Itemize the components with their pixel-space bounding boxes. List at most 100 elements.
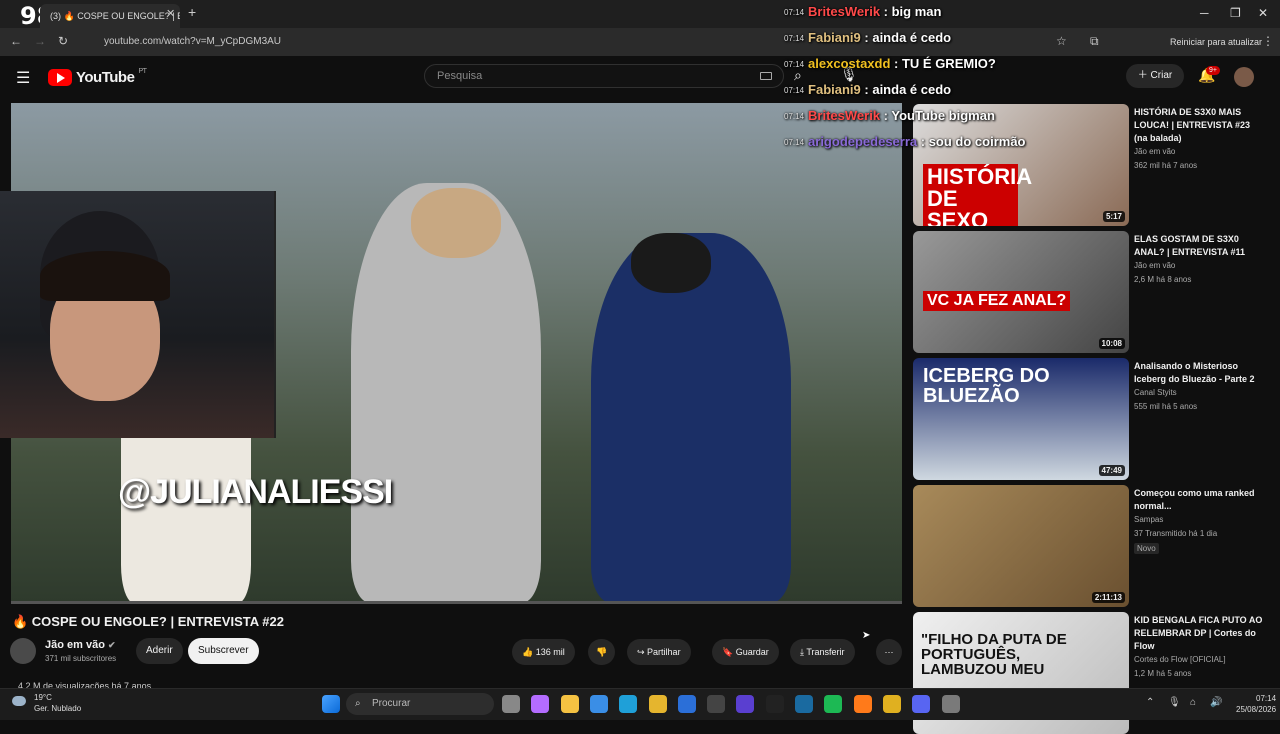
store-icon[interactable] [589,695,608,713]
new-tab-icon[interactable]: + [188,4,196,20]
share-button[interactable]: ↪ Partilhar [627,639,691,665]
chat-time: 07:14 [784,8,805,18]
chat-username[interactable]: alexcostaxdd [808,56,890,71]
screenshot-app-icon[interactable] [941,695,960,713]
forward-icon[interactable]: → [34,34,46,48]
recommendation-title[interactable]: Analisando o Misterioso Iceberg do Bluez… [1134,360,1264,386]
chrome-icon[interactable] [648,695,667,713]
restart-update-button[interactable]: Reiniciar para atualizar [1170,32,1262,52]
thumbs-down-icon: 👎 [596,647,608,657]
chat-time: 07:14 [784,34,805,44]
recommendation-channel[interactable]: Canal Styits [1134,388,1177,397]
recommendation-channel[interactable]: Jão em vão [1134,147,1175,156]
recommendation-thumbnail[interactable]: VC JA FEZ ANAL? 10:08 [913,231,1129,353]
channel-avatar[interactable] [10,638,36,664]
steam-icon[interactable] [795,695,813,713]
create-button[interactable]: ＋ Criar [1126,64,1184,88]
windows-start-icon[interactable] [322,695,340,713]
close-tab-icon[interactable]: ✕ [166,4,175,24]
recommendation-title[interactable]: ELAS GOSTAM DE S3X0 ANAL? | ENTREVISTA #… [1134,233,1264,259]
browser-tab[interactable]: (3) 🔥 COSPE OU ENGOLE? | E [40,4,180,28]
chat-time: 07:14 [784,60,805,70]
video-duration: 2:11:13 [1091,592,1125,603]
mail-icon[interactable] [677,695,696,713]
edge-icon[interactable] [619,695,638,713]
firefox-icon[interactable] [853,695,872,713]
download-button[interactable]: ⤓ Transferir [790,639,855,665]
chat-username[interactable]: BritesWerik [808,108,880,123]
streamer-hair [40,251,170,301]
recommendation-channel[interactable]: Sampas [1134,515,1163,524]
taskbar-search[interactable]: Procurar [346,693,494,715]
maximize-icon[interactable]: ❐ [1230,6,1241,20]
back-icon[interactable]: ← [10,34,22,48]
channel-name[interactable]: Jão em vão ✔ [45,639,116,651]
bookmark-icon: 🔖 [722,647,736,657]
recommendation-channel[interactable]: Jão em vão [1134,261,1175,270]
like-button[interactable]: 👍 136 mil [512,639,575,665]
close-window-icon[interactable]: ✕ [1258,6,1268,20]
recommendation-thumbnail[interactable]: 2:11:13 [913,485,1129,607]
weather-cloud-icon [12,696,26,706]
chat-username[interactable]: Fabiani9 [808,82,861,97]
keyboard-icon[interactable] [760,72,772,80]
tray-chevron-icon[interactable]: ⌃ [1146,697,1154,708]
file-explorer-icon[interactable] [560,695,579,713]
subscribe-button[interactable]: Subscrever [188,638,259,664]
chat-separator: : [880,108,892,123]
more-actions-button[interactable]: ⋯ [876,639,902,665]
hamburger-menu-icon[interactable]: ☰ [16,68,30,88]
youtube-logo[interactable]: YouTube PT [48,68,147,86]
taskbar-search-icon: ⌕ [355,698,361,709]
account-avatar[interactable] [1234,67,1254,87]
chat-username[interactable]: BritesWerik [808,4,880,19]
tray-network-icon[interactable]: ⌂ [1190,697,1196,708]
search-input[interactable]: Pesquisa [424,64,784,88]
more-icon: ⋯ [884,647,894,657]
chat-username[interactable]: arigodepedeserra [808,134,917,149]
minimize-icon[interactable]: ─ [1200,6,1209,20]
browser-menu-icon[interactable]: ⋮ [1262,34,1274,48]
video-cap [631,233,711,293]
join-button[interactable]: Aderir [136,638,183,664]
spotify-icon[interactable] [824,695,843,713]
thumbnail-text: ICEBERG DO BLUEZÃO [923,365,1050,407]
video-title: 🔥 COSPE OU ENGOLE? | ENTREVISTA #22 [12,614,284,629]
chat-time: 07:14 [784,138,805,148]
tray-volume-icon[interactable]: 🔊 [1210,697,1222,708]
copilot-icon[interactable] [531,695,550,713]
taskbar-clock[interactable]: 07:14 25/08/2026 [1236,693,1276,715]
bookmark-star-icon[interactable]: ☆ [1056,34,1067,48]
extensions-icon[interactable]: ⧉ [1090,34,1099,49]
chat-separator: : [860,30,873,45]
create-label: Criar [1150,70,1173,81]
weather-widget[interactable]: 19°C Ger. Nublado [34,692,81,714]
task-view-icon[interactable] [502,695,520,713]
channel-name-text: Jão em vão [45,639,105,651]
video-progress-bar[interactable] [11,601,902,604]
app-icon[interactable] [736,695,755,713]
address-bar[interactable]: youtube.com/watch?v=M_yCpDGM3AU [80,32,780,52]
chat-time: 07:14 [784,86,805,96]
thumbs-up-icon: 👍 [522,647,536,657]
save-button[interactable]: 🔖 Guardar [712,639,779,665]
recommendation-title[interactable]: Começou como uma ranked normal... [1134,487,1264,513]
save-label: Guardar [735,647,769,657]
capcut-icon[interactable] [765,695,784,713]
recommendation-title[interactable]: KID BENGALA FICA PUTO AO RELEMBRAR DP | … [1134,614,1264,653]
github-icon[interactable] [707,695,726,713]
tray-mic-icon[interactable]: 🎙 [1168,697,1181,708]
discord-icon[interactable] [912,695,931,713]
recommendation-meta: 1,2 M há 5 anos [1134,669,1192,678]
chat-text: big man [891,4,942,19]
recommendation-title[interactable]: HISTÓRIA DE S3X0 MAIS LOUCA! | ENTREVIST… [1134,106,1264,145]
recommendation-channel[interactable]: Cortes do Flow [OFICIAL] [1134,655,1226,664]
clock-date: 25/08/2026 [1236,705,1277,714]
recommendation-thumbnail[interactable]: ICEBERG DO BLUEZÃO 47:49 [913,358,1129,480]
reload-icon[interactable]: ↻ [58,34,68,48]
chat-username[interactable]: Fabiani9 [808,30,861,45]
video-watermark: @JULIANALIESSI [118,473,393,511]
clock-time: 07:14 [1256,694,1277,703]
warning-app-icon[interactable] [882,695,901,713]
dislike-button[interactable]: 👎 [588,639,616,665]
